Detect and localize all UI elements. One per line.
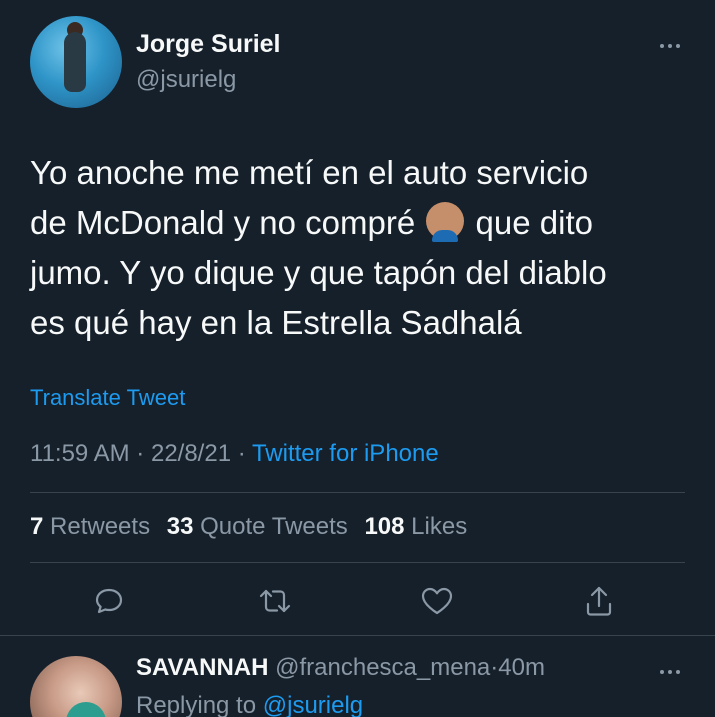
divider — [30, 492, 685, 493]
meta-separator: · — [237, 440, 246, 467]
tweet-detail-view: Jorge Suriel @jsurielg Yo anoche me metí… — [0, 0, 715, 717]
tweet-text-segment: de McDonald y no compré — [30, 204, 425, 241]
retweets-stat[interactable]: 7 Retweets — [30, 513, 150, 540]
retweets-label: Retweets — [50, 513, 151, 540]
likes-label: Likes — [411, 513, 468, 540]
retweets-count: 7 — [30, 513, 44, 540]
translate-tweet-link[interactable]: Translate Tweet — [30, 385, 185, 411]
facepalm-emoji-icon — [426, 202, 465, 242]
reply-icon[interactable] — [86, 578, 132, 624]
tweet-text-line: jumo. Y yo dique y que tapón del diablo — [30, 254, 607, 291]
author-handle[interactable]: @jsurielg — [136, 66, 236, 94]
quote-tweets-count: 33 — [166, 513, 194, 540]
replying-to: Replying to @jsurielg — [136, 692, 363, 717]
tweet-time: 11:59 AM — [30, 440, 130, 467]
author-display-name[interactable]: Jorge Suriel — [136, 30, 281, 59]
tweet-date: 22/8/21 — [150, 440, 232, 467]
tweet-stats: 7 Retweets 33 Quote Tweets 108 Likes — [30, 513, 467, 541]
avatar[interactable] — [30, 16, 122, 108]
more-options-icon[interactable] — [650, 36, 690, 56]
avatar-figure — [64, 32, 86, 92]
like-icon[interactable] — [414, 578, 460, 624]
reply-tweet[interactable]: SAVANNAH @franchesca_mena·40m Replying t… — [30, 648, 690, 717]
reply-more-options-icon[interactable] — [650, 662, 690, 682]
tweet-header: Jorge Suriel @jsurielg — [30, 16, 690, 108]
tweet-source-link[interactable]: Twitter for iPhone — [252, 440, 439, 467]
reply-time: 40m — [498, 654, 545, 681]
quote-tweets-label: Quote Tweets — [200, 513, 348, 540]
retweet-icon[interactable] — [252, 578, 298, 624]
share-icon[interactable] — [576, 578, 622, 624]
tweet-text-line: de McDonald y no compré que dito — [30, 198, 700, 248]
tweet-text-segment: que dito — [466, 204, 593, 241]
tweet-text-line: Yo anoche me metí en el auto servicio — [30, 154, 589, 191]
likes-count: 108 — [364, 513, 405, 540]
quote-tweets-stat[interactable]: 33 Quote Tweets — [167, 513, 348, 540]
tweet-text: Yo anoche me metí en el auto servicio de… — [30, 148, 700, 348]
replying-to-label: Replying to — [136, 692, 257, 717]
likes-stat[interactable]: 108 Likes — [364, 513, 467, 540]
tweet-metadata: 11:59 AM · 22/8/21 · Twitter for iPhone — [30, 440, 439, 468]
tweet-text-line: es qué hay en la Estrella Sadhalá — [30, 304, 522, 341]
divider — [30, 562, 685, 563]
reply-header: SAVANNAH @franchesca_mena·40m — [136, 654, 545, 682]
reply-avatar[interactable] — [30, 656, 122, 717]
replying-to-handle[interactable]: @jsurielg — [263, 692, 363, 717]
reply-handle[interactable]: @franchesca_mena — [275, 654, 490, 681]
tweet-actions-bar — [0, 578, 715, 624]
reply-display-name[interactable]: SAVANNAH — [136, 654, 268, 681]
meta-separator: · — [136, 440, 145, 467]
reply-avatar-detail — [66, 702, 106, 717]
divider — [0, 635, 715, 636]
